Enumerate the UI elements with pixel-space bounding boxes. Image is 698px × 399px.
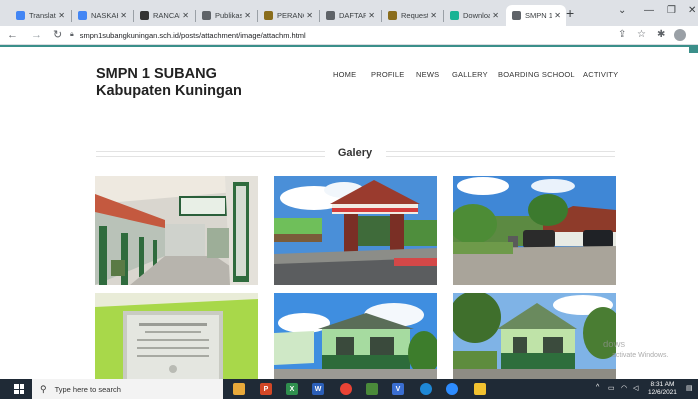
close-tab-icon[interactable]: ✕ xyxy=(430,11,437,20)
edge-icon[interactable] xyxy=(420,383,432,395)
menu-home[interactable]: HOME xyxy=(333,70,356,79)
browser-tab-title: NASKAH xyxy=(91,11,118,20)
close-tab-icon[interactable]: ✕ xyxy=(306,11,313,20)
address-bar-url: smpn1subangkuningan.sch.id/posts/attachm… xyxy=(79,30,306,40)
browser-tab[interactable]: Request ✕ xyxy=(382,5,442,26)
school-front-photo[interactable] xyxy=(453,293,616,379)
browser-tab-title: Translat xyxy=(29,11,56,20)
site-title[interactable]: SMPN 1 SUBANG xyxy=(96,66,217,82)
back-icon[interactable]: ← xyxy=(7,28,18,42)
clock-date: 12/6/2021 xyxy=(648,389,677,396)
browser-tab[interactable]: RANCAN✕ xyxy=(134,5,194,26)
menu-activity[interactable]: ACTIVITY xyxy=(583,70,618,79)
menu-boarding-school[interactable]: BOARDING SCHOOL xyxy=(498,70,575,79)
browser-tab[interactable]: Translat ✕ xyxy=(10,5,70,26)
globe-icon xyxy=(202,11,211,20)
app-icon[interactable] xyxy=(366,383,378,395)
address-bar[interactable]: 🔒︎ smpn1subangkuningan.sch.id/posts/atta… xyxy=(70,27,610,43)
pkp-icon xyxy=(140,11,149,20)
zoom-icon[interactable] xyxy=(446,383,458,395)
browser-tab[interactable]: NASKAH✕ xyxy=(72,5,132,26)
browser-tab-title: RANCAN xyxy=(153,11,180,20)
browser-tab-title: Publikas xyxy=(215,11,243,20)
chrome-icon[interactable] xyxy=(340,383,352,395)
close-window-icon[interactable]: ✕ xyxy=(688,5,696,16)
browser-tab-title: PERANC xyxy=(277,11,304,20)
menu-gallery[interactable]: GALLERY xyxy=(452,70,488,79)
scroll-corner-indicator xyxy=(689,47,698,53)
gallery-divider-left xyxy=(96,151,325,157)
taskbar-clock[interactable]: 8:31 AM 12/6/2021 xyxy=(648,381,677,397)
taskbar-search-placeholder: Type here to search xyxy=(54,384,121,394)
download-site-icon xyxy=(450,11,459,20)
school-parking-photo[interactable] xyxy=(453,176,616,285)
close-tab-icon[interactable]: ✕ xyxy=(120,11,127,20)
globe-icon xyxy=(326,11,335,20)
bookmark-star-icon[interactable]: ☆ xyxy=(637,28,646,42)
browser-tab[interactable]: DAFTAR ✕ xyxy=(320,5,380,26)
gallery-divider-right xyxy=(386,151,615,157)
school-gate-photo[interactable] xyxy=(274,176,437,285)
browser-tab-title: SMPN 1 xyxy=(525,11,553,20)
wifi-icon[interactable]: ◠ xyxy=(621,384,627,392)
close-tab-icon[interactable]: ✕ xyxy=(58,11,65,20)
close-tab-icon[interactable]: ✕ xyxy=(368,11,375,20)
word-icon[interactable]: W xyxy=(312,383,324,395)
activate-windows-watermark-title: dows xyxy=(603,339,626,350)
menu-profile[interactable]: PROFILE xyxy=(371,70,405,79)
battery-icon[interactable]: ▭ xyxy=(608,384,615,392)
notes-app-icon[interactable] xyxy=(474,383,486,395)
tab-search-icon[interactable]: ⌄ xyxy=(618,5,626,16)
school-building-photo[interactable] xyxy=(274,293,437,379)
globe-icon xyxy=(512,11,521,20)
browser-tab-title: DAFTAR xyxy=(339,11,367,20)
minimize-icon[interactable]: — xyxy=(644,5,654,16)
activate-windows-watermark-text: activate Windows. xyxy=(612,352,669,359)
share-icon[interactable]: ⇪ xyxy=(618,28,626,42)
gallery-title: Galery xyxy=(337,147,373,159)
lock-icon: 🔒︎ xyxy=(70,31,74,38)
clock-time: 8:31 AM xyxy=(650,381,675,388)
volume-icon[interactable]: ◁ xyxy=(633,384,638,392)
forward-icon[interactable]: → xyxy=(31,28,42,42)
vb-app-icon[interactable]: V xyxy=(392,383,404,395)
institution-icon xyxy=(264,11,273,20)
site-subtitle[interactable]: Kabupaten Kuningan xyxy=(96,83,242,99)
browser-tab[interactable]: PERANC✕ xyxy=(258,5,318,26)
reload-icon[interactable]: ↻ xyxy=(53,28,62,42)
document-icon xyxy=(78,11,87,20)
menu-news[interactable]: NEWS xyxy=(416,70,439,79)
browser-tab[interactable]: SMPN 1 ✕ xyxy=(506,5,566,26)
browser-tab-title: Downloa xyxy=(463,11,491,20)
windows-taskbar: ⚲ Type here to search P X W V ^ ▭ ◠ ◁ 8:… xyxy=(0,379,698,399)
notification-icon[interactable]: ▤ xyxy=(686,384,693,392)
close-tab-icon[interactable]: ✕ xyxy=(492,11,499,20)
powerpoint-icon[interactable]: P xyxy=(260,383,272,395)
browser-tab[interactable]: Publikas ✕ xyxy=(196,5,256,26)
profile-avatar[interactable] xyxy=(674,29,686,41)
maximize-icon[interactable]: ❐ xyxy=(667,5,676,16)
tray-chevron-icon[interactable]: ^ xyxy=(596,384,599,391)
school-plaque-photo[interactable] xyxy=(95,293,258,379)
institution-icon xyxy=(388,11,397,20)
windows-start-icon[interactable] xyxy=(14,384,24,394)
new-tab-button[interactable]: + xyxy=(566,6,574,20)
excel-icon[interactable]: X xyxy=(286,383,298,395)
search-icon: ⚲ xyxy=(40,383,47,394)
file-explorer-icon[interactable] xyxy=(233,383,245,395)
page-top-border xyxy=(0,45,698,47)
extensions-icon[interactable]: ✱ xyxy=(657,28,665,42)
taskbar-search-box[interactable]: ⚲ Type here to search xyxy=(32,379,223,399)
browser-toolbar: ← → ↻ 🔒︎ smpn1subangkuningan.sch.id/post… xyxy=(0,26,698,45)
close-tab-icon[interactable]: ✕ xyxy=(244,11,251,20)
browser-tab[interactable]: Downloa ✕ xyxy=(444,5,504,26)
google-translate-icon xyxy=(16,11,25,20)
school-corridor-photo[interactable] xyxy=(95,176,258,285)
close-tab-icon[interactable]: ✕ xyxy=(554,11,561,20)
browser-tab-title: Request xyxy=(401,11,429,20)
close-tab-icon[interactable]: ✕ xyxy=(182,11,189,20)
browser-tab-bar: Translat✕NASKAH✕RANCAN✕Publikas✕PERANC✕D… xyxy=(0,0,698,26)
